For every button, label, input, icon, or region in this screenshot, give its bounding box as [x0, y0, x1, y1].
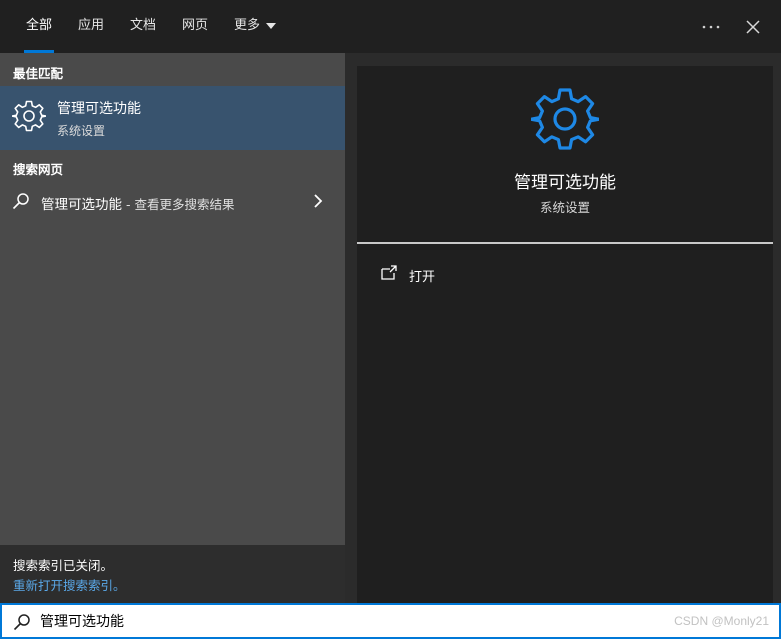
detail-actions: 打开 [357, 244, 773, 603]
search-box: CSDN @Monly21 [0, 603, 781, 639]
tab-all[interactable]: 全部 [23, 0, 55, 53]
close-button[interactable] [738, 12, 768, 42]
web-search-heading: 搜索网页 [13, 162, 64, 177]
open-icon [381, 265, 397, 280]
tab-web[interactable]: 网页 [182, 0, 208, 53]
caret-down-icon [266, 22, 277, 29]
close-icon [746, 20, 760, 34]
watermark-text: CSDN @Monly21 [674, 614, 769, 628]
tab-documents[interactable]: 文档 [130, 0, 156, 53]
open-label: 打开 [409, 270, 436, 285]
search-scope-tabs: 全部 应用 文档 网页 更多 [0, 0, 781, 54]
chevron-right-icon [314, 194, 323, 208]
best-match-title: 管理可选功能 [57, 101, 141, 117]
web-search-text: 管理可选功能 - 查看更多搜索结果 [41, 193, 234, 213]
detail-header: 管理可选功能 系统设置 [357, 66, 773, 242]
search-index-message: 搜索索引已关闭。 [13, 558, 114, 573]
web-search-item[interactable]: 管理可选功能 - 查看更多搜索结果 [0, 182, 345, 220]
search-icon [13, 614, 30, 631]
search-index-notice: 搜索索引已关闭。 重新打开搜索索引。 [0, 545, 345, 603]
web-search-query: 管理可选功能 [41, 197, 122, 213]
gear-icon [531, 88, 599, 150]
more-options-button[interactable] [696, 12, 726, 42]
detail-subtitle: 系统设置 [539, 200, 590, 215]
web-search-suffix: - 查看更多搜索结果 [122, 197, 235, 212]
ellipsis-icon [702, 25, 720, 29]
detail-pane: 管理可选功能 系统设置 打开 [345, 53, 781, 603]
reopen-index-link[interactable]: 重新打开搜索索引。 [13, 575, 126, 594]
results-pane: 最佳匹配 管理可选功能 系统设置 搜索网页 管理可选功能 - 查看更多搜索结果 … [0, 53, 345, 603]
tab-apps[interactable]: 应用 [78, 0, 104, 53]
gear-icon [12, 100, 46, 132]
search-icon [12, 193, 29, 210]
detail-card: 管理可选功能 系统设置 打开 [357, 66, 773, 603]
detail-title: 管理可选功能 [514, 173, 616, 193]
tab-more[interactable]: 更多 [234, 0, 277, 53]
search-input[interactable] [40, 608, 640, 634]
best-match-item[interactable]: 管理可选功能 系统设置 [0, 86, 345, 150]
tab-more-label: 更多 [234, 18, 261, 33]
best-match-heading: 最佳匹配 [13, 66, 64, 81]
best-match-subtitle: 系统设置 [57, 124, 106, 138]
